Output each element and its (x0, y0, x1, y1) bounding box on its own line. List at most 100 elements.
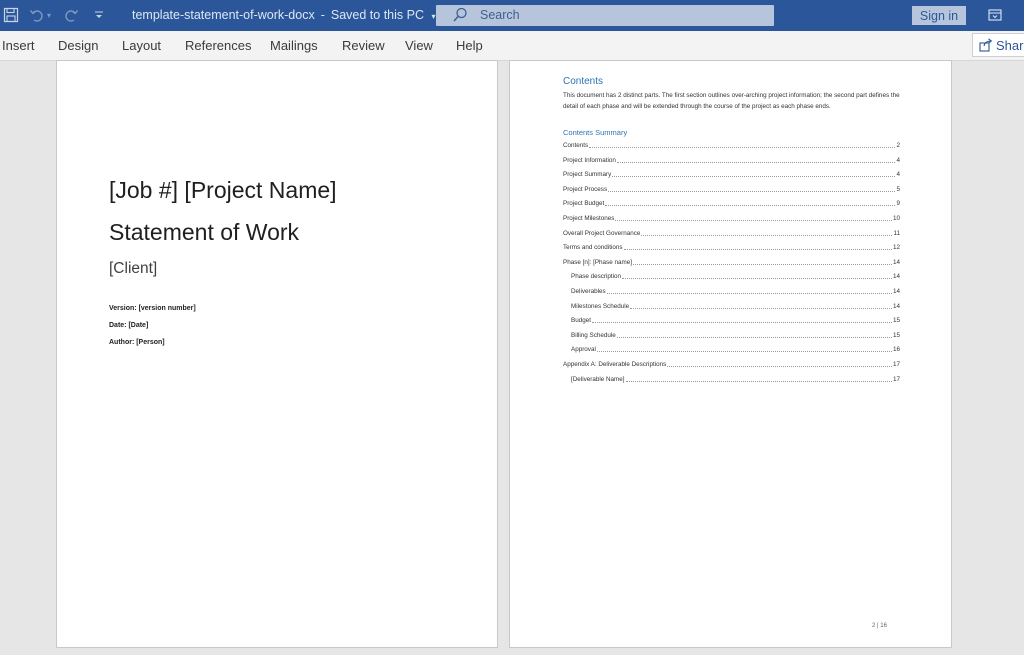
client-name: [Client] (109, 260, 158, 277)
toc-leader-dots (632, 263, 892, 265)
toc-entry[interactable]: Billing Schedule 15 (571, 331, 900, 340)
document-type-title: Statement of Work (109, 219, 300, 245)
toc-entry-label: Project Milestones (563, 215, 615, 222)
document-page-cover[interactable]: [Job #] [Project Name] Statement of Work… (56, 60, 498, 648)
tab-mailings[interactable]: Mailings (270, 38, 318, 53)
toc-leader-dots (616, 336, 892, 338)
search-placeholder: Search (480, 8, 520, 22)
toc-entry-label: Milestones Schedule (571, 302, 630, 310)
toc-entry[interactable]: Contents 2 (563, 141, 900, 150)
toc-entry[interactable]: Appendix A: Deliverable Descriptions 17 (563, 360, 900, 369)
project-title: [Job #] [Project Name] (109, 177, 337, 203)
redo-icon[interactable] (62, 6, 80, 24)
toc-entry-page: 14 (892, 288, 900, 295)
tab-design[interactable]: Design (58, 38, 98, 53)
toc-entry-page: 5 (896, 185, 900, 193)
customize-quick-access-icon[interactable] (90, 6, 108, 24)
document-page-contents[interactable]: Contents This document has 2 distinct pa… (509, 60, 952, 648)
document-title[interactable]: template-statement-of-work-docx - Saved to… (132, 8, 435, 22)
author-line: Author: [Person] (109, 339, 165, 346)
tab-review[interactable]: Review (342, 38, 385, 53)
document-name: template-statement-of-work-docx (132, 8, 315, 22)
toc-entry-label: Terms and conditions (563, 244, 623, 252)
ribbon-display-options-icon[interactable] (988, 8, 1002, 21)
contents-intro-paragraph: This document has 2 distinct parts. The … (563, 92, 900, 110)
toc-entry-label: Project Process (563, 185, 608, 193)
toc-leader-dots (630, 307, 892, 309)
toc-entry[interactable]: Phase [n]: [Phase name] 14 (563, 258, 900, 267)
toc-entry-label: Contents (563, 142, 589, 149)
contents-heading: Contents (563, 76, 604, 87)
toc-entry-page: 11 (893, 229, 900, 237)
toc-entry-label: [Deliverable Name] (571, 375, 625, 383)
toc-entry-label: Deliverables (571, 288, 606, 295)
tab-help[interactable]: Help (456, 38, 483, 53)
toc-entry-label: Project Information (563, 156, 616, 164)
undo-dropdown-icon[interactable]: ▾ (45, 6, 53, 24)
toc-entry[interactable]: Phase description 14 (571, 272, 900, 281)
toc-entry[interactable]: Project Process 5 (563, 185, 900, 194)
toc-entry-label: Phase description (571, 273, 622, 281)
toc-entry-page: 4 (896, 171, 900, 179)
toc-entry-page: 12 (892, 244, 900, 252)
toc-leader-dots (641, 234, 893, 236)
toc-entry-label: Project Budget (563, 200, 605, 208)
toc-entry-page: 16 (892, 346, 900, 354)
toc-leader-dots (623, 249, 892, 251)
toc-leader-dots (608, 190, 896, 192)
toc-entry[interactable]: Deliverables 14 (571, 287, 900, 296)
tab-references[interactable]: References (185, 38, 251, 53)
toc-leader-dots (591, 322, 892, 324)
toc-entry-label: Billing Schedule (571, 331, 616, 339)
toc-leader-dots (616, 161, 896, 163)
search-box[interactable]: Search (436, 5, 774, 26)
share-icon (979, 38, 993, 52)
toc-entry[interactable]: [Deliverable Name] 17 (571, 375, 900, 384)
date-line: Date: [Date] (109, 322, 149, 329)
toc-leader-dots (622, 278, 892, 280)
toc-entry[interactable]: Budget 15 (571, 316, 900, 325)
share-button[interactable]: Share (972, 33, 1024, 57)
toc-entry-page: 14 (892, 273, 900, 281)
toc-leader-dots (612, 176, 896, 178)
title-dropdown-icon: ▾ (431, 12, 436, 21)
toc-entry-label: Approval (571, 346, 596, 354)
toc-entry[interactable]: Project Summary 4 (563, 170, 900, 179)
toc-entry[interactable]: Approval 16 (571, 345, 900, 354)
toc-entry-page: 17 (892, 361, 900, 368)
version-line: Version: [version number] (109, 305, 196, 312)
title-bar: ▾ template-statement-of-work-docx - Saved … (0, 0, 1024, 31)
page-number: 2 | 16 (872, 623, 887, 629)
toc-leader-dots (606, 293, 892, 294)
contents-summary-heading: Contents Summary (563, 128, 628, 137)
toc-leader-dots (667, 366, 892, 367)
toc-entry-page: 14 (892, 258, 900, 266)
tab-layout[interactable]: Layout (122, 38, 161, 53)
toc-entry-page: 2 (896, 142, 900, 149)
sign-in-button[interactable]: Sign in (912, 6, 966, 25)
toc-entry-page: 15 (892, 317, 900, 325)
toc-entry-page: 4 (896, 156, 900, 164)
toc-entry[interactable]: Project Information 4 (563, 156, 900, 165)
toc-leader-dots (589, 147, 896, 148)
toc-entry[interactable]: Project Milestones 10 (563, 214, 900, 223)
tab-insert[interactable]: Insert (2, 38, 35, 53)
toc-entry[interactable]: Overall Project Governance 11 (563, 229, 900, 238)
toc-entry-label: Appendix A: Deliverable Descriptions (563, 361, 667, 368)
undo-icon[interactable] (28, 6, 46, 24)
toc-entry-page: 17 (892, 375, 900, 383)
toc-entry[interactable]: Milestones Schedule 14 (571, 302, 900, 311)
toc-leader-dots (625, 380, 892, 382)
toc-entry-page: 9 (896, 200, 900, 208)
save-status: Saved to this PC (330, 8, 424, 22)
toc-entry-page: 15 (892, 331, 900, 339)
toc-entry[interactable]: Terms and conditions 12 (563, 243, 900, 252)
toc-entry[interactable]: Project Budget 9 (563, 199, 900, 208)
toc-entry-page: 10 (892, 215, 900, 222)
title-separator: - (320, 8, 325, 22)
tab-view[interactable]: View (405, 38, 433, 53)
search-icon (452, 6, 468, 24)
toc-entry-label: Budget (571, 317, 591, 325)
share-label: Share (996, 37, 1024, 53)
save-icon[interactable] (2, 6, 20, 24)
